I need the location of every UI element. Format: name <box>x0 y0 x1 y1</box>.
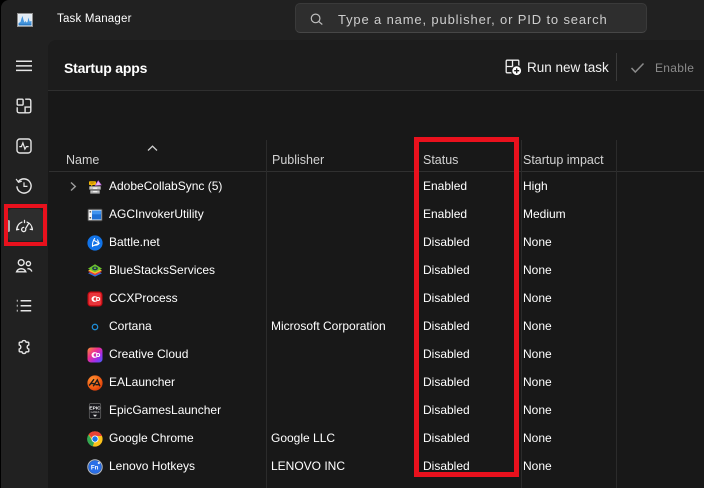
svg-text:GAMES: GAMES <box>91 411 100 414</box>
svg-text:Fn: Fn <box>91 464 99 471</box>
